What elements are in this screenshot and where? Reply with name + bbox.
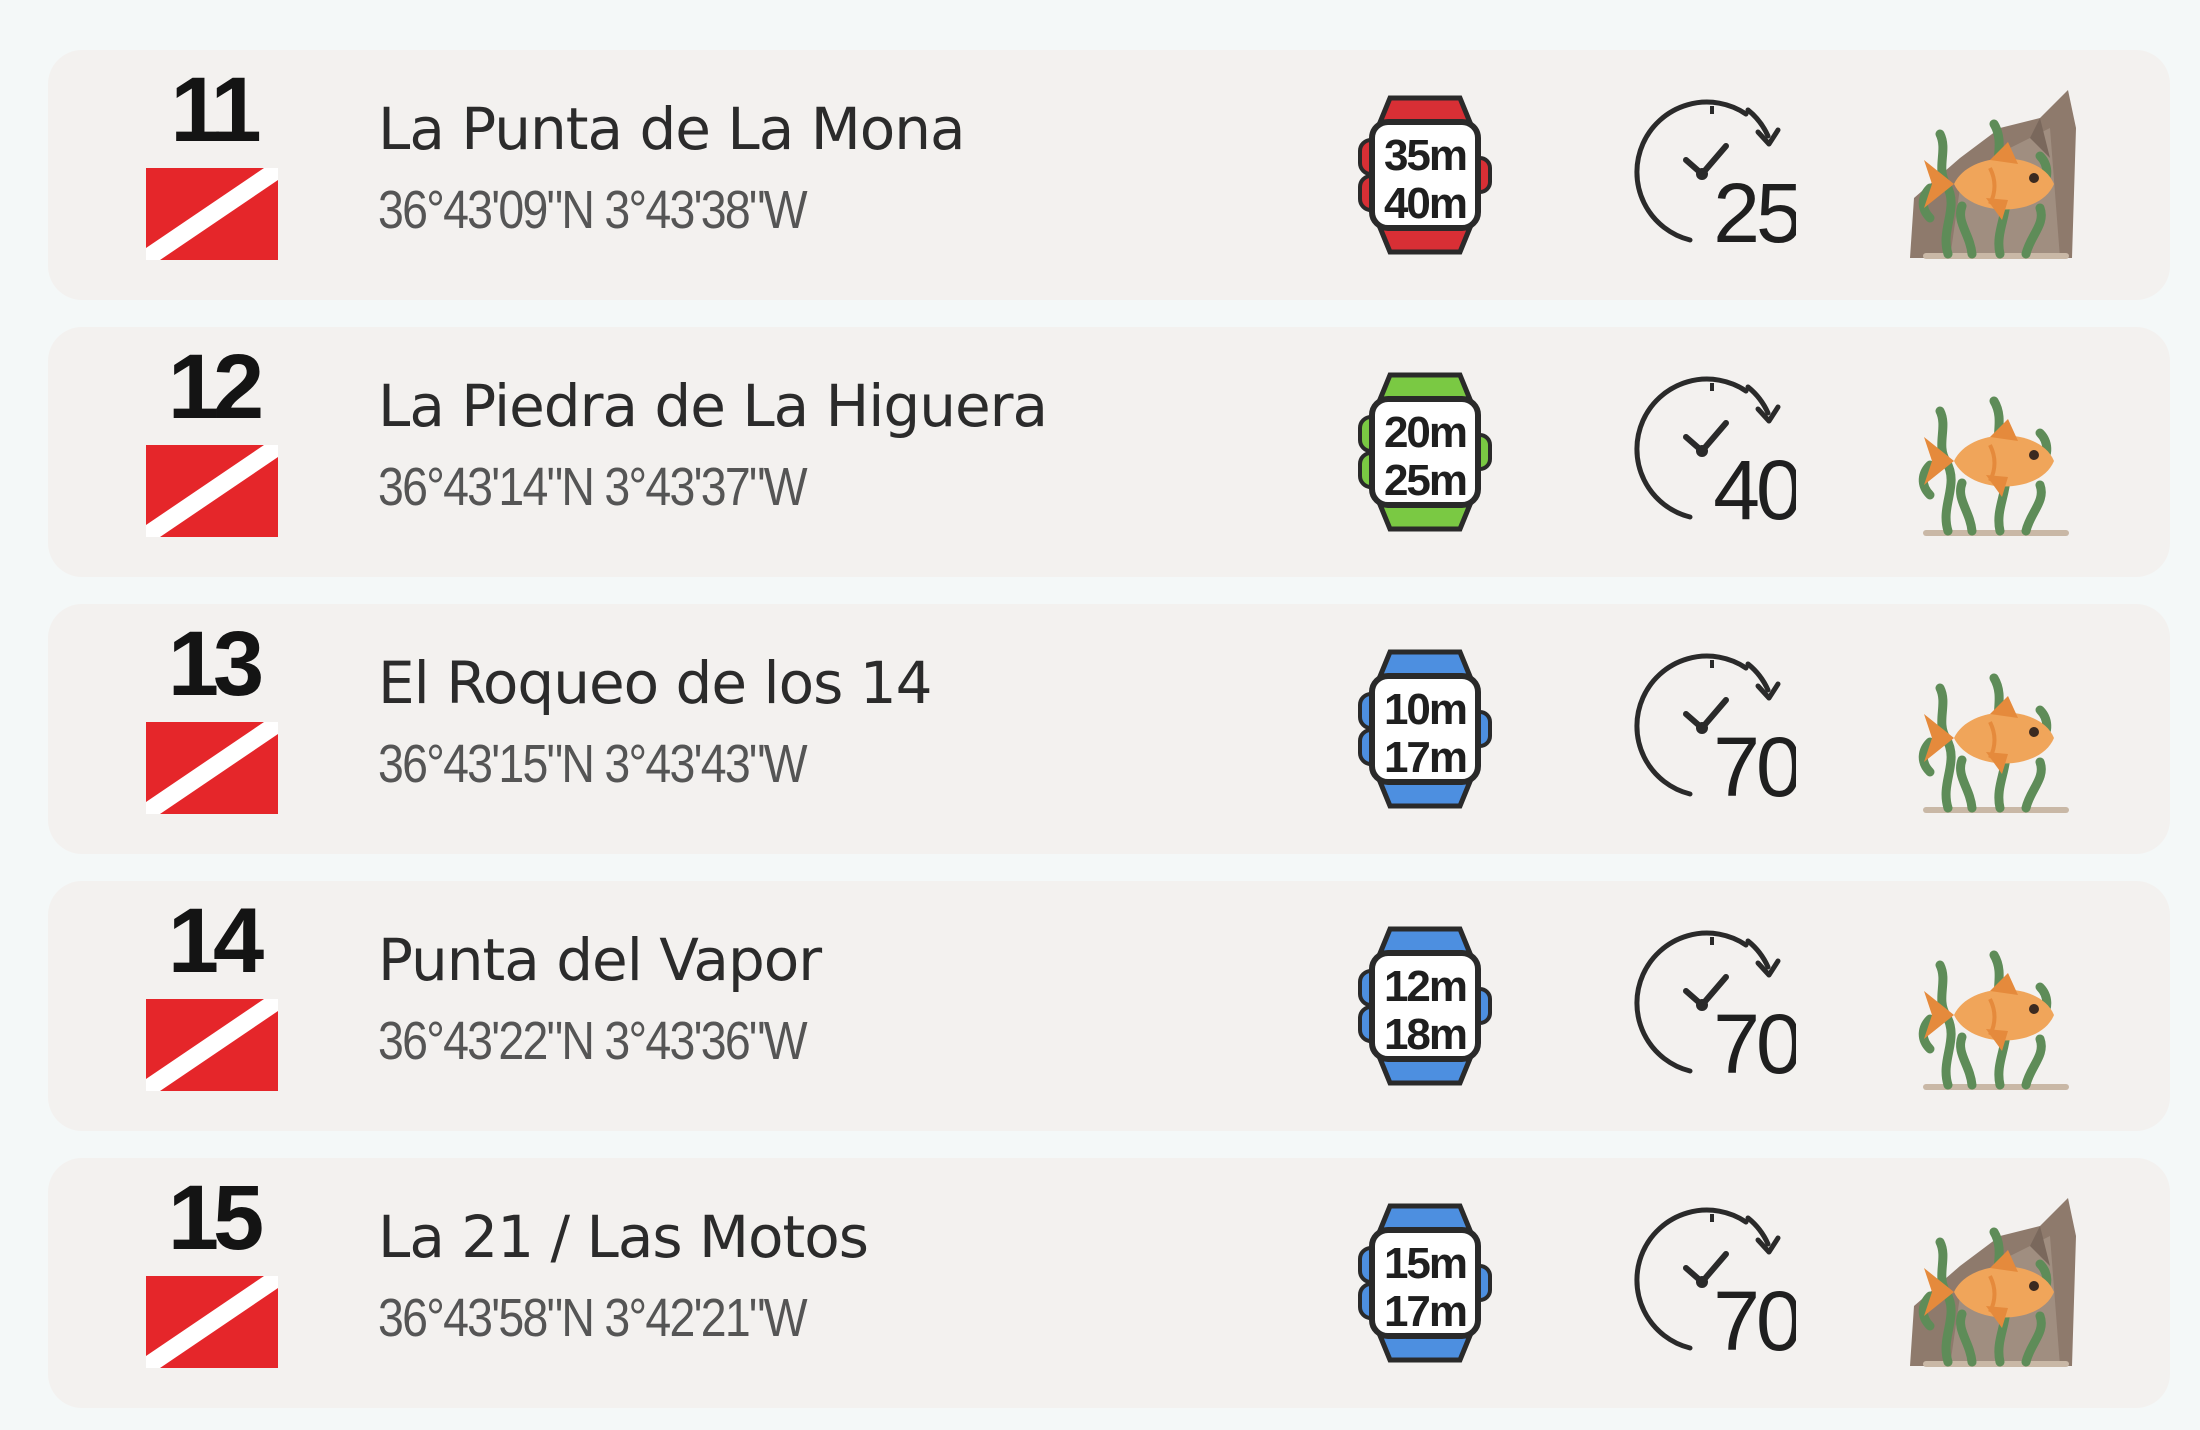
- depth-min: 20m: [1384, 408, 1466, 457]
- dive-time-icon: 70: [1634, 1207, 1796, 1366]
- depth-min: 35m: [1384, 131, 1466, 180]
- dive-time-icon: 70: [1634, 653, 1796, 812]
- site-name: La Punta de La Mona: [378, 95, 966, 163]
- fish-seaweed-icon: [1918, 396, 2069, 536]
- fish-seaweed-icon: [1918, 950, 2069, 1090]
- dive-flag-icon: [146, 722, 278, 814]
- depth-min: 15m: [1384, 1239, 1466, 1288]
- depth-max: 25m: [1384, 456, 1466, 505]
- dive-time-value: 70: [1713, 720, 1796, 812]
- depth-gauge-icon: 20m 25m: [1358, 372, 1492, 532]
- dive-time-value: 70: [1713, 1274, 1796, 1366]
- depth-gauge-icon: 12m 18m: [1358, 926, 1492, 1086]
- site-number: 14: [167, 890, 264, 992]
- dive-time-icon: 25: [1634, 99, 1796, 258]
- dive-flag-icon: [146, 445, 278, 537]
- dive-time-value: 40: [1713, 443, 1796, 535]
- dive-site-row-14[interactable]: 14 Punta del Vapor 36°43'22"N 3°43'36"W …: [48, 881, 2170, 1131]
- rock-fish-seaweed-icon: [1910, 90, 2076, 259]
- dive-time-value: 25: [1713, 166, 1796, 258]
- depth-max: 40m: [1384, 179, 1466, 228]
- depth-min: 10m: [1384, 685, 1466, 734]
- dive-flag-icon: [146, 1276, 278, 1368]
- rock-fish-seaweed-icon: [1910, 1198, 2076, 1367]
- depth-gauge-icon: 35m 40m: [1358, 95, 1492, 255]
- dive-site-row-13[interactable]: 13 El Roqueo de los 14 36°43'15"N 3°43'4…: [48, 604, 2170, 854]
- depth-max: 17m: [1384, 733, 1466, 782]
- depth-max: 18m: [1384, 1010, 1466, 1059]
- site-name: Punta del Vapor: [378, 926, 822, 994]
- site-coordinates: 36°43'22"N 3°43'36"W: [378, 1011, 808, 1071]
- depth-gauge-icon: 15m 17m: [1358, 1203, 1492, 1363]
- dive-site-row-12[interactable]: 12 La Piedra de La Higuera 36°43'14"N 3°…: [48, 327, 2170, 577]
- dive-site-row-11[interactable]: 11 La Punta de La Mona 36°43'09"N 3°43'3…: [48, 50, 2170, 300]
- site-coordinates: 36°43'58"N 3°42'21"W: [378, 1288, 808, 1348]
- site-name: El Roqueo de los 14: [378, 649, 933, 717]
- fish-seaweed-icon: [1918, 673, 2069, 813]
- site-number: 15: [167, 1167, 264, 1269]
- site-coordinates: 36°43'14"N 3°43'37"W: [378, 457, 808, 517]
- dive-flag-icon: [146, 999, 278, 1091]
- site-coordinates: 36°43'09"N 3°43'38"W: [378, 180, 808, 240]
- site-name: La 21 / Las Motos: [378, 1203, 869, 1271]
- dive-time-value: 70: [1713, 997, 1796, 1089]
- site-number: 13: [167, 613, 264, 715]
- dive-site-row-15[interactable]: 15 La 21 / Las Motos 36°43'58"N 3°42'21"…: [48, 1158, 2170, 1408]
- site-number: 11: [170, 59, 261, 161]
- depth-min: 12m: [1384, 962, 1466, 1011]
- dive-time-icon: 40: [1634, 376, 1796, 535]
- dive-flag-icon: [146, 168, 278, 260]
- site-coordinates: 36°43'15"N 3°43'43"W: [378, 734, 808, 794]
- site-name: La Piedra de La Higuera: [378, 372, 1048, 440]
- dive-time-icon: 70: [1634, 930, 1796, 1089]
- dive-site-list: 11 La Punta de La Mona 36°43'09"N 3°43'3…: [0, 0, 2200, 1430]
- depth-max: 17m: [1384, 1287, 1466, 1336]
- depth-gauge-icon: 10m 17m: [1358, 649, 1492, 809]
- site-number: 12: [167, 336, 264, 438]
